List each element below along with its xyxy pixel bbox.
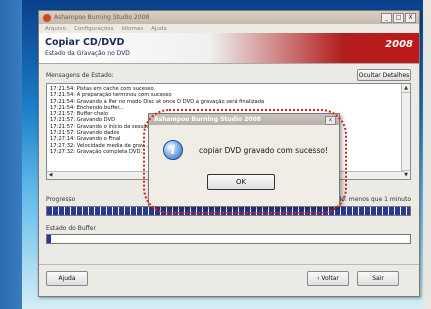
help-button[interactable]: Ajuda <box>46 271 88 286</box>
scroll-left-arrow-icon[interactable]: ◀ <box>47 172 54 179</box>
menu-item-arquivo[interactable]: Arquivo <box>45 26 66 32</box>
title-bar: Ashampoo Burning Studio 2008 _ □ X <box>39 11 419 24</box>
hide-details-button[interactable]: Ocultar Detalhes <box>357 69 411 81</box>
header-banner: Copiar CD/DVD Estado da Gravação no DVD … <box>39 33 419 64</box>
window-title: Ashampoo Burning Studio 2008 <box>54 14 150 21</box>
page-title: Copiar CD/DVD <box>45 37 125 48</box>
status-messages-label: Mensagens de Estado: <box>46 71 114 79</box>
scroll-up-arrow-icon[interactable]: ▲ <box>402 84 410 93</box>
time-remaining-text: ndo: menos que 1 minuto <box>333 195 411 203</box>
dialog-title: Ashampoo Burning Studio 2008 <box>149 114 339 125</box>
buffer-status-label: Estado do Buffer <box>46 225 96 232</box>
window-controls: _ □ X <box>381 13 416 23</box>
log-vertical-scrollbar[interactable]: ▲ ▼ <box>401 84 410 179</box>
buffer-fill <box>47 235 51 243</box>
menu-item-configuracoes[interactable]: Configurações <box>74 26 113 32</box>
progress-label: Progresso <box>46 195 76 203</box>
progress-fill <box>47 207 410 215</box>
brand-year: 2008 <box>385 39 413 50</box>
dialog-message: copiar DVD gravado com sucesso! <box>199 146 328 155</box>
success-dialog: Ashampoo Burning Studio 2008 x i copiar … <box>148 113 340 207</box>
page-subtitle: Estado da Gravação no DVD <box>45 50 130 57</box>
page-edge-left <box>0 0 22 309</box>
info-icon: i <box>163 140 183 160</box>
progress-bar <box>46 206 411 216</box>
maximize-button[interactable]: □ <box>393 13 404 23</box>
page-edge-right <box>423 0 431 309</box>
minimize-button[interactable]: _ <box>381 13 392 23</box>
exit-button[interactable]: Sair <box>357 271 399 286</box>
menu-bar: Arquivo Configurações Idiomas Ajuda <box>39 24 419 33</box>
menu-item-idiomas[interactable]: Idiomas <box>121 26 143 32</box>
ok-button[interactable]: OK <box>207 174 275 190</box>
status-header: Mensagens de Estado: Ocultar Detalhes <box>46 69 411 81</box>
footer-divider <box>39 264 419 265</box>
close-button[interactable]: X <box>405 13 416 23</box>
back-button[interactable]: ‹ Voltar <box>307 271 349 286</box>
dialog-close-icon[interactable]: x <box>325 116 336 125</box>
app-logo-icon <box>43 13 51 22</box>
menu-item-ajuda[interactable]: Ajuda <box>151 26 167 32</box>
buffer-bar <box>46 234 411 244</box>
